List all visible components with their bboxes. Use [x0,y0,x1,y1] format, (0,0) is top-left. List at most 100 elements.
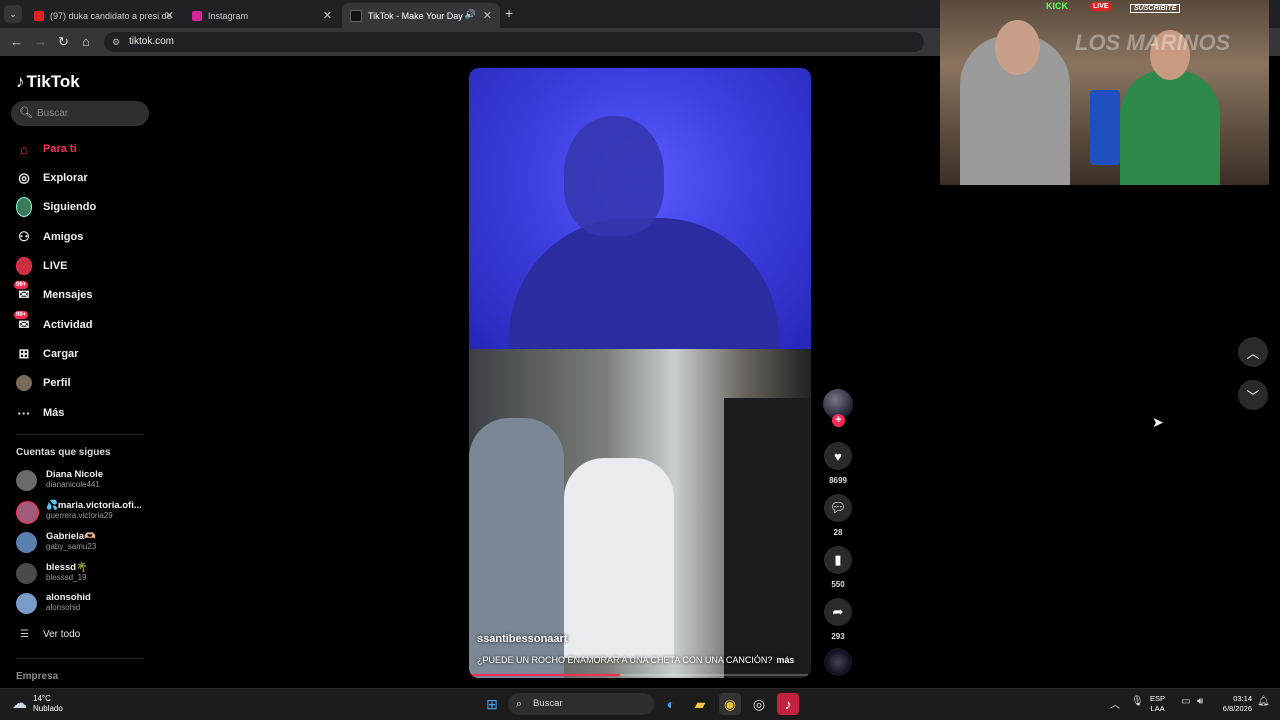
share-count: 293 [831,632,845,641]
sidebar-item-mensajes[interactable]: ✉ 99+ Mensajes [14,281,93,305]
account-name: Diana Nicole [46,469,104,480]
edge-app[interactable]: ◐ [660,693,682,715]
following-avatar-icon [16,197,32,217]
show-hidden-icons[interactable]: ︿ [1110,696,1120,711]
sidebar-item-siguiendo[interactable]: Siguiendo [16,197,96,217]
system-clock[interactable]: 03:14 6/8/2026 [1216,694,1252,714]
chevron-down-icon: ﹀ [1246,388,1260,404]
video-figure [509,218,779,358]
heart-icon: ♥ [834,448,842,464]
chrome-app[interactable]: ◉ [719,693,741,715]
sidebar-item-live[interactable]: LIVE [16,256,67,276]
bookmark-icon: ▮ [834,552,842,567]
friends-icon: ⚇ [18,229,30,244]
tab-youtube[interactable]: (97) duka candidato a presi de ✕ [26,3,182,28]
previous-video-button[interactable]: ︿ [1238,337,1268,367]
save-button[interactable]: ▮ [824,546,852,574]
cloud-icon: ☁ [12,695,27,712]
webcam-overlay: LOS MARINOS KICK LIVE SUSCRIBITE [940,0,1269,185]
menu-label: Mensajes [43,289,93,301]
video-progress-bar[interactable] [472,674,808,676]
caption-more-link[interactable]: más [776,655,794,665]
notification-bell-icon[interactable]: 🔔︎ [1257,696,1270,707]
sidebar-item-mas[interactable]: ··· Más [16,403,65,423]
folder-icon: ▰ [694,695,706,712]
account-handle: gaby_samu23 [46,542,97,551]
messages-icon: ✉ 99+ [14,281,30,302]
language-indicator[interactable]: ESP LAA [1150,694,1165,714]
tiktok-app[interactable]: ♪ [777,693,799,715]
next-video-button[interactable]: ﹀ [1238,380,1268,410]
avatar [16,470,37,491]
taskbar-search[interactable]: ⌕ Buscar [508,693,654,715]
video-figure [724,398,811,678]
company-link[interactable]: Empresa [16,671,58,682]
network-icon[interactable]: ▭ [1181,696,1190,707]
more-icon: ··· [17,405,31,421]
followed-account[interactable]: alonsohid alonsohid [16,591,151,617]
tiktok-logo[interactable]: ♪ TikTok [16,72,80,92]
video-player[interactable]: ssantibessonaart ¿PUEDE UN ROCHO ENAMORA… [469,68,811,678]
site-info-icon[interactable]: ⚙ [112,32,120,52]
notification-badge: 99+ [14,311,29,319]
tiktok-logo-icon: ♪ [16,72,25,91]
reload-icon[interactable]: ↻ [58,34,69,50]
tab-tiktok[interactable]: TikTok - Make Your Day 🔊 ✕ [342,3,500,28]
weather-widget[interactable]: ☁ 14°C Nublado [12,694,63,714]
share-button[interactable]: ➦ [824,598,852,626]
forward-icon[interactable]: → [34,34,47,49]
like-button[interactable]: ♥ [824,442,852,470]
back-icon[interactable]: ← [10,34,23,49]
start-button[interactable]: ⊞ [481,693,503,715]
sidebar-item-cargar[interactable]: ⊞ Cargar [16,344,79,364]
comment-button[interactable]: 💬︎ [824,494,852,522]
followed-account[interactable]: Gabriela🫶🏼 gaby_samu23 [16,530,151,556]
activity-icon: ✉ 99+ [14,311,30,332]
followed-account[interactable]: Diana Nicole diananicole441 [16,468,151,494]
search-input[interactable]: 🔍︎ Buscar [11,101,149,126]
see-all-link[interactable]: ☰ Ver todo [20,629,80,640]
sidebar-item-explorar[interactable]: ◎ Explorar [16,168,87,188]
url-field[interactable]: ⚙ tiktok.com [104,32,924,52]
search-icon: ⌕ [516,698,523,710]
follow-plus-icon[interactable]: + [832,414,845,427]
tab-instagram[interactable]: Instagram ✕ [184,3,340,28]
chevron-up-icon: ︿ [1246,345,1260,361]
profile-avatar-icon [16,375,32,391]
followed-account[interactable]: 💦maria.victoria.ofi... guerrera.victoria… [16,499,151,525]
speaker-icon[interactable]: 🔊 [465,9,476,20]
close-tab-icon[interactable]: ✕ [483,9,492,22]
compass-icon: ◎ [18,170,30,185]
avatar [16,593,37,614]
obs-app[interactable]: ◎ [748,693,770,715]
file-explorer-app[interactable]: ▰ [689,693,711,715]
menu-label: Amigos [43,231,84,243]
clock-date: 6/8/2026 [1222,704,1252,713]
home-icon[interactable]: ⌂ [82,34,90,49]
video-creator[interactable]: ssantibessonaart [477,633,567,645]
url-text: tiktok.com [129,36,175,47]
sidebar-item-actividad[interactable]: ✉ 99+ Actividad [14,311,93,335]
tab-search-button[interactable]: ⌄ [4,5,22,23]
video-caption: ¿PUEDE UN ROCHO ENAMORAR A UNA CHETA CON… [477,655,794,665]
sidebar-item-para-ti[interactable]: ⌂ Para ti [16,139,77,159]
stream-brand-text: LOS MARINOS [1075,30,1231,55]
avatar [16,501,39,524]
followed-account[interactable]: blessd🌴 blesssd_19 [16,561,151,587]
instagram-icon [192,10,202,21]
sidebar-item-amigos[interactable]: ⚇ Amigos [16,227,83,247]
blue-cup [1090,90,1120,165]
microphone-icon[interactable]: 🎙︎ [1131,696,1144,707]
account-name: blessd🌴 [46,562,88,573]
logo-text: TikTok [26,72,80,91]
weather-desc: Nublado [33,704,63,713]
sidebar-item-perfil[interactable]: Perfil [16,373,71,393]
taskbar-search-placeholder: Buscar [533,698,563,709]
windows-taskbar: ☁ 14°C Nublado ⊞ ⌕ Buscar ◐ ▰ ◉ ◎ ♪ ︿ 🎙︎… [0,688,1280,720]
new-tab-button[interactable]: + [505,5,513,21]
music-disc-icon[interactable] [824,648,852,676]
volume-icon[interactable]: 🔊︎ [1197,696,1203,707]
obs-icon: ◎ [752,695,766,712]
close-tab-icon[interactable]: ✕ [165,9,174,22]
close-tab-icon[interactable]: ✕ [323,9,332,22]
